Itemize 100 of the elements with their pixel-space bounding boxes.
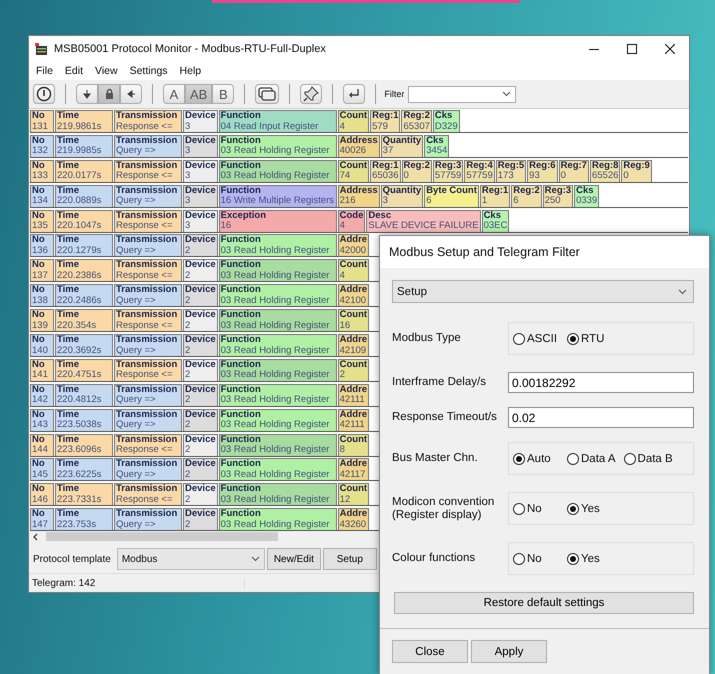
field-value: 136 [32, 246, 49, 256]
scrollbar-thumb[interactable] [46, 532, 278, 541]
field-value: 133 [32, 171, 49, 182]
setting-label: Response Timeout/s [392, 411, 498, 424]
field-value: 37 [382, 146, 394, 157]
field-label: No [32, 136, 46, 146]
field-value: 223.7331s [57, 494, 102, 506]
menu-item[interactable]: View [90, 64, 123, 78]
field-value: 2 [185, 246, 192, 256]
option-label: No [527, 552, 542, 564]
restore-defaults-button[interactable]: Restore default settings [394, 592, 694, 614]
filter-label: Filter [384, 89, 404, 99]
field-label: Addre [340, 335, 368, 346]
scroll-mode-button[interactable] [76, 84, 98, 104]
radio-button[interactable] [567, 552, 579, 564]
channel-view-button[interactable]: B [212, 84, 234, 104]
section-dropdown[interactable]: Setup [392, 280, 694, 303]
field-label: Time [57, 111, 80, 122]
field-label: Quantity [382, 136, 422, 146]
field-value: Response <= [116, 494, 174, 506]
menu-item[interactable]: File [31, 64, 58, 78]
field-value: 0 [560, 171, 567, 182]
field-label: Quantity [382, 186, 422, 196]
field-value: 6 [513, 196, 520, 207]
field-label: Device [185, 384, 216, 395]
menu-item[interactable]: Help [174, 64, 206, 78]
pin-button[interactable] [300, 84, 322, 104]
chevron-down-icon [250, 556, 260, 562]
field-label: Device [185, 260, 216, 271]
field-value: 220.2386s [57, 270, 102, 282]
field-label: Transmission [116, 186, 178, 196]
field-value: 65307 [403, 122, 430, 132]
scroll-left-icon[interactable] [32, 532, 38, 540]
field-value: 223.6225s [57, 470, 102, 480]
field-label: Device [185, 210, 216, 221]
close-icon [665, 44, 675, 54]
menu-item[interactable]: Edit [60, 64, 88, 78]
field-value: 3 [185, 221, 192, 232]
windows-button[interactable] [255, 84, 280, 104]
field-label: Exception [220, 210, 268, 221]
field-value: 2 [185, 320, 192, 332]
scroll-mode-button[interactable] [98, 84, 120, 104]
field-value: 2 [340, 370, 346, 381]
field-label: Addre [340, 285, 368, 296]
field-value: Query => [116, 296, 157, 306]
field-value: 6 [426, 196, 432, 207]
field-label: Device [185, 285, 216, 296]
field-label: Time [57, 186, 80, 196]
field-label: Transmission [116, 384, 178, 395]
field-value: 3 [185, 146, 192, 157]
down-arrow-icon [80, 88, 94, 100]
template-button[interactable]: New/Edit [266, 548, 321, 570]
radio-button[interactable] [567, 452, 579, 464]
field-label: No [32, 210, 46, 221]
field-value: 250 [544, 196, 562, 207]
field-value: 1 [482, 196, 488, 207]
enter-button[interactable] [343, 84, 366, 104]
channel-view-button[interactable]: AB [185, 84, 212, 104]
radio-button[interactable] [567, 332, 579, 344]
scroll-mode-button[interactable] [120, 84, 142, 104]
radio-button[interactable] [513, 552, 525, 564]
radio-button[interactable] [513, 332, 525, 344]
field-value: 03 Read Holding Register [220, 470, 330, 480]
field-value: 42100 [340, 296, 368, 306]
channel-view-button[interactable]: A [163, 84, 185, 104]
field-label: Function [220, 410, 262, 420]
radio-button[interactable] [513, 452, 525, 464]
input-field[interactable]: 0.02 [508, 407, 694, 428]
field-value: Response <= [116, 171, 174, 182]
field-label: Byte Count [426, 186, 477, 196]
template-button[interactable]: Setup [322, 548, 377, 570]
field-label: Time [57, 384, 80, 395]
input-field[interactable]: 0.00182292 [508, 372, 694, 393]
field-label: Count [340, 111, 368, 122]
field-label: Addre [340, 459, 368, 470]
field-label: Addre [340, 384, 368, 395]
radio-button[interactable] [624, 452, 636, 464]
dialog-button[interactable]: Apply [471, 640, 547, 663]
field-label: Addre [340, 235, 368, 246]
field-label: Time [57, 360, 80, 370]
template-dropdown[interactable]: Modbus [116, 548, 265, 570]
field-label: Reg:3 [544, 186, 572, 196]
field-value: D329 [434, 122, 458, 132]
field-label: Device [185, 136, 216, 146]
radio-button[interactable] [567, 502, 579, 514]
menu-item[interactable]: Settings [124, 64, 173, 78]
dialog-button[interactable]: Close [392, 640, 468, 663]
radio-button[interactable] [513, 502, 525, 514]
field-value: 173 [498, 171, 515, 182]
field-label: No [32, 360, 46, 370]
field-label: Time [57, 509, 80, 520]
field-value: 12 [340, 494, 352, 506]
field-value: Query => [116, 520, 157, 530]
power-button[interactable] [33, 84, 55, 104]
field-value: 2 [185, 520, 192, 530]
field-label: Device [185, 459, 216, 470]
field-label: Transmission [116, 360, 178, 370]
field-value: 2 [185, 494, 192, 506]
field-value: 220.1279s [57, 246, 102, 256]
field-label: Address [340, 136, 378, 146]
